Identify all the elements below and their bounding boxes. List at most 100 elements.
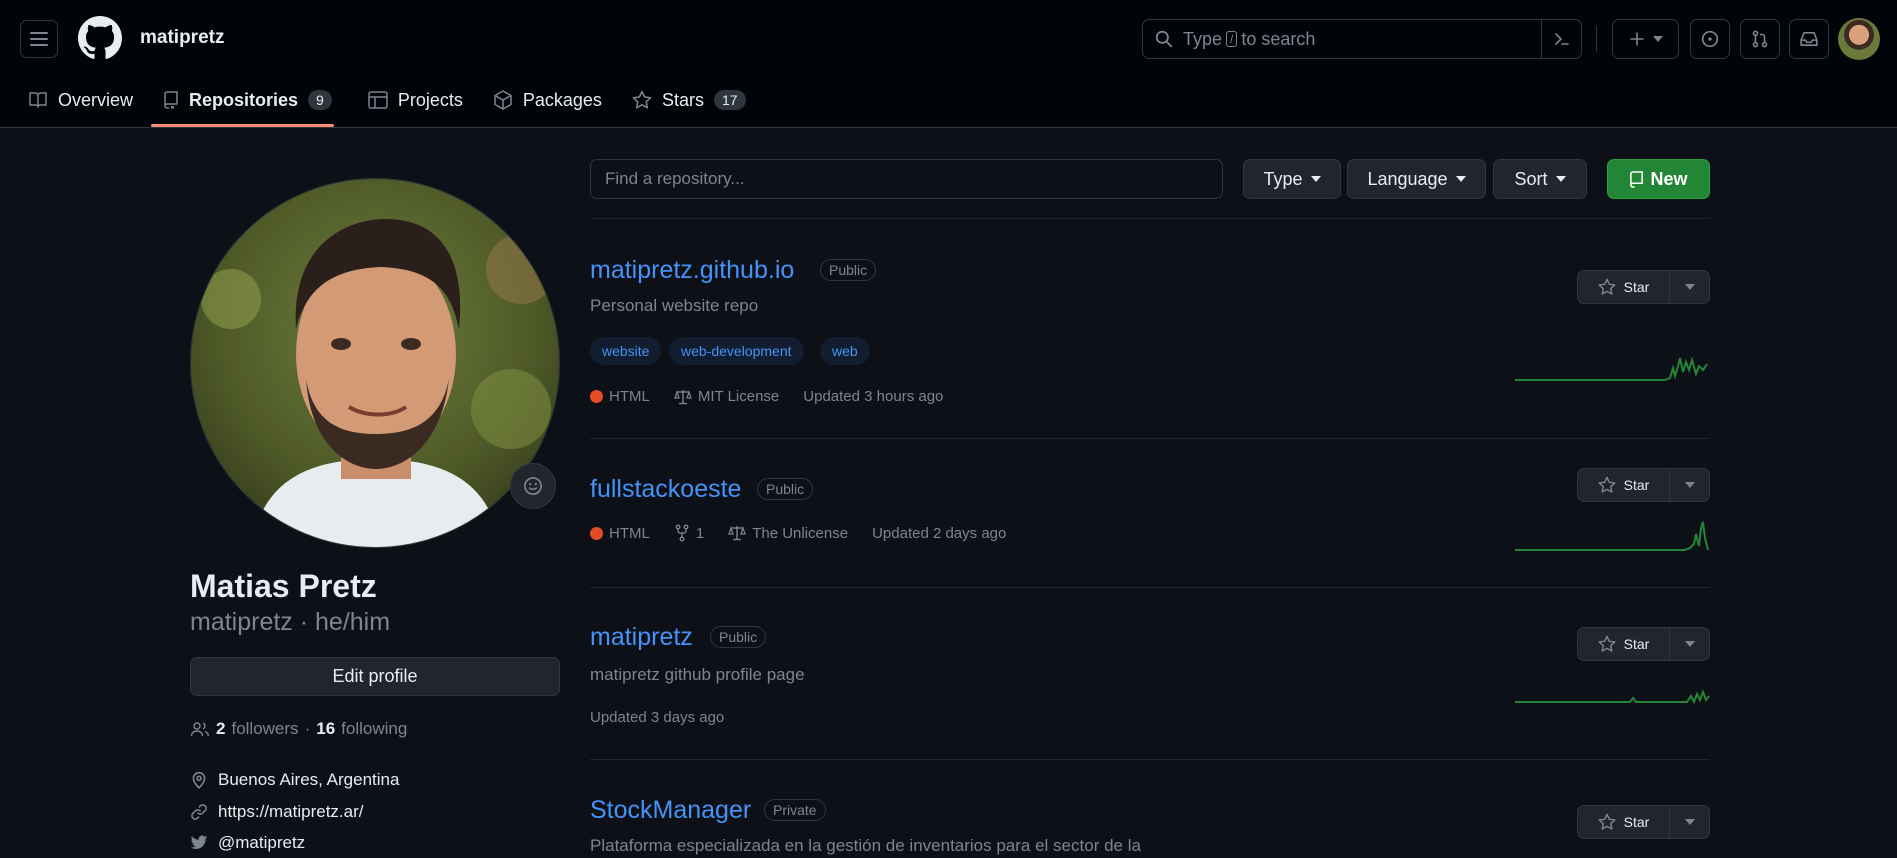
issues-button[interactable] xyxy=(1690,19,1730,59)
star-label: Star xyxy=(1623,279,1650,295)
website-link[interactable]: https://matipretz.ar/ xyxy=(218,802,364,822)
star-toggle[interactable]: Star xyxy=(1578,628,1670,660)
caret-down-icon xyxy=(1652,36,1663,42)
star-lists-dropdown[interactable] xyxy=(1670,482,1709,488)
star-icon xyxy=(1598,813,1616,830)
repo-name-link[interactable]: matipretz xyxy=(590,623,693,652)
sort-filter-label: Sort xyxy=(1514,168,1548,189)
activity-sparkline xyxy=(1515,664,1711,706)
star-button[interactable]: Star xyxy=(1577,805,1710,839)
topic-tag[interactable]: web-development xyxy=(669,337,804,365)
caret-down-icon xyxy=(1684,482,1695,488)
pull-requests-button[interactable] xyxy=(1740,19,1780,59)
followers-count[interactable]: 2 xyxy=(216,719,225,739)
repo-description: Personal website repo xyxy=(590,296,759,315)
repo-name-link[interactable]: fullstackoeste xyxy=(590,475,741,504)
github-logo-icon[interactable] xyxy=(78,16,122,60)
tab-label: Packages xyxy=(522,89,602,110)
package-icon xyxy=(494,90,512,110)
repo-license[interactable]: The Unlicense xyxy=(752,525,848,542)
type-filter-button[interactable]: Type xyxy=(1243,159,1341,199)
tab-repositories[interactable]: Repositories 9 xyxy=(151,78,350,122)
repo-language: HTML xyxy=(609,388,650,405)
tab-label: Repositories xyxy=(189,89,299,110)
star-button[interactable]: Star xyxy=(1577,468,1710,502)
tab-label: Stars xyxy=(661,89,704,110)
context-username[interactable]: matipretz xyxy=(140,27,224,49)
star-label: Star xyxy=(1623,636,1650,652)
menu-button[interactable] xyxy=(20,20,58,58)
star-lists-dropdown[interactable] xyxy=(1670,819,1709,825)
tab-packages[interactable]: Packages xyxy=(481,78,620,122)
repo-description: matipretz github profile page xyxy=(590,665,805,684)
twitter-item: @matipretz xyxy=(190,833,305,853)
create-new-button[interactable] xyxy=(1612,19,1679,59)
repo-meta: Updated 3 days ago xyxy=(590,709,724,726)
twitter-icon xyxy=(190,835,208,849)
hamburger-icon xyxy=(30,32,48,46)
caret-down-icon xyxy=(1684,819,1695,825)
sort-filter-button[interactable]: Sort xyxy=(1493,159,1587,199)
star-label: Star xyxy=(1623,477,1650,493)
star-lists-dropdown[interactable] xyxy=(1670,641,1709,647)
profile-avatar[interactable] xyxy=(190,178,560,548)
caret-down-icon xyxy=(1684,284,1695,290)
tab-label: Projects xyxy=(397,89,463,110)
set-status-button[interactable] xyxy=(510,463,556,509)
tab-label: Overview xyxy=(58,89,134,110)
inbox-button[interactable] xyxy=(1789,19,1829,59)
repo-forked-icon xyxy=(675,524,689,542)
star-toggle[interactable]: Star xyxy=(1578,469,1670,501)
following-label[interactable]: following xyxy=(341,719,407,739)
star-toggle[interactable]: Star xyxy=(1578,271,1670,303)
divider xyxy=(590,587,1710,588)
repo-meta: HTML MIT License Updated 3 hours ago xyxy=(590,388,943,405)
repo-name-link[interactable]: StockManager xyxy=(590,796,751,825)
star-icon xyxy=(632,90,652,109)
star-lists-dropdown[interactable] xyxy=(1670,284,1709,290)
repo-updated: Updated 3 hours ago xyxy=(803,388,944,405)
profile-fullname: Matias Pretz xyxy=(190,568,377,604)
new-repository-button[interactable]: New xyxy=(1607,159,1710,199)
terminal-icon xyxy=(1554,33,1569,45)
command-palette-button[interactable] xyxy=(1541,20,1581,58)
following-count[interactable]: 16 xyxy=(316,719,335,739)
topic-tag[interactable]: web xyxy=(820,337,870,365)
link-icon xyxy=(191,804,207,820)
repo-forks[interactable]: 1 xyxy=(696,525,704,542)
smiley-icon xyxy=(524,477,542,495)
language-color-dot xyxy=(590,390,603,403)
star-button[interactable]: Star xyxy=(1577,627,1710,661)
followers-label[interactable]: followers xyxy=(231,719,298,739)
repo-icon xyxy=(1630,170,1644,188)
visibility-badge: Private xyxy=(764,799,826,821)
search-placeholder-pre: Type xyxy=(1183,28,1223,49)
separator: · xyxy=(304,719,311,738)
topic-tag[interactable]: website xyxy=(590,337,662,365)
repo-name-link[interactable]: matipretz.github.io xyxy=(590,256,794,285)
twitter-handle[interactable]: @matipretz xyxy=(218,833,305,853)
user-avatar-small[interactable] xyxy=(1838,18,1880,60)
repo-updated: Updated 3 days ago xyxy=(590,709,725,726)
type-filter-label: Type xyxy=(1263,168,1303,189)
find-repository-input[interactable]: Find a repository... xyxy=(590,159,1223,199)
repo-updated: Updated 2 days ago xyxy=(872,524,1007,542)
repo-license[interactable]: MIT License xyxy=(698,388,779,405)
profile-nav: Overview Repositories 9 Projects Package… xyxy=(0,78,764,128)
visibility-badge: Public xyxy=(710,626,767,648)
repo-count-badge: 9 xyxy=(308,90,332,110)
activity-sparkline xyxy=(1515,340,1711,382)
visibility-badge: Public xyxy=(820,259,877,281)
caret-down-icon xyxy=(1310,176,1321,182)
search-input[interactable]: Type / to search xyxy=(1142,19,1582,59)
tab-projects[interactable]: Projects xyxy=(350,78,481,122)
edit-profile-button[interactable]: Edit profile xyxy=(190,657,560,696)
git-pull-request-icon xyxy=(1752,30,1768,48)
tab-stars[interactable]: Stars 17 xyxy=(620,78,764,122)
language-filter-button[interactable]: Language xyxy=(1347,159,1486,199)
star-toggle[interactable]: Star xyxy=(1578,806,1670,838)
star-button[interactable]: Star xyxy=(1577,270,1710,304)
caret-down-icon xyxy=(1555,176,1566,182)
caret-down-icon xyxy=(1455,176,1466,182)
tab-overview[interactable]: Overview xyxy=(0,78,151,122)
